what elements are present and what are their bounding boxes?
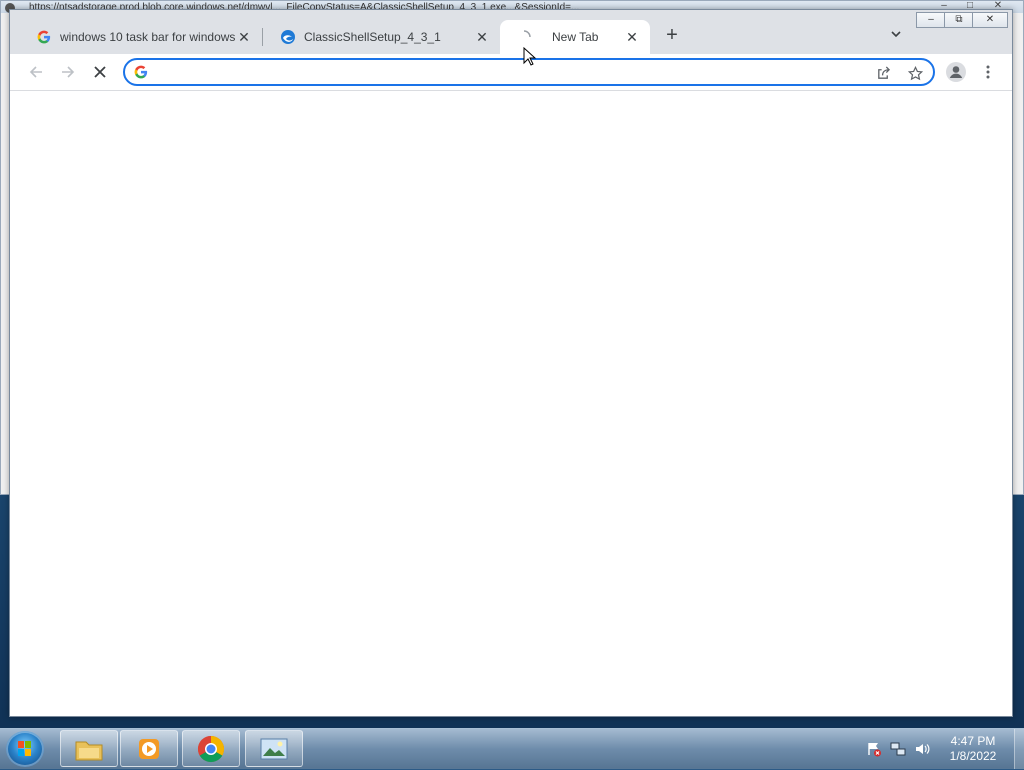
maximize-button[interactable]: ⧉: [944, 12, 974, 28]
address-input[interactable]: [157, 62, 861, 84]
arrow-right-icon: [62, 66, 75, 78]
tab-close-button[interactable]: ✕: [474, 29, 490, 45]
close-button[interactable]: ✕: [972, 12, 1008, 28]
close-icon: [94, 66, 106, 78]
chrome-icon: [197, 735, 225, 762]
tab-strip: windows 10 task bar for windows ✕ Classi…: [10, 10, 1012, 54]
minimize-button[interactable]: –: [916, 12, 946, 28]
profile-button[interactable]: [944, 60, 968, 84]
taskbar-image-viewer[interactable]: [245, 730, 303, 767]
clock-time: 4:47 PM: [950, 734, 996, 748]
windows-logo-icon: [18, 741, 31, 756]
system-clock[interactable]: 4:47 PM 1/8/2022: [938, 734, 1008, 764]
start-button[interactable]: [6, 731, 44, 767]
taskbar: 4:47 PM 1/8/2022: [0, 728, 1024, 769]
chevron-down-icon: [891, 31, 901, 38]
network-icon[interactable]: [890, 741, 906, 757]
mouse-cursor-icon: [523, 47, 537, 66]
back-button[interactable]: [24, 60, 48, 84]
forward-button[interactable]: [56, 60, 80, 84]
tab-search-button[interactable]: [884, 24, 908, 48]
stop-button[interactable]: [88, 60, 112, 84]
new-tab-button[interactable]: +: [660, 24, 684, 48]
tab-label: ClassicShellSetup_4_3_1: [304, 30, 441, 44]
profile-icon: [946, 62, 966, 82]
tab-separator: [262, 28, 263, 46]
star-icon: [907, 65, 923, 80]
share-icon: [877, 65, 890, 79]
picture-icon: [260, 738, 288, 759]
share-button[interactable]: [873, 63, 893, 83]
tab-label: New Tab: [552, 30, 599, 44]
tab-search-result[interactable]: windows 10 task bar for windows ✕: [20, 20, 262, 54]
taskbar-chrome[interactable]: [182, 730, 240, 767]
bookmark-button[interactable]: [905, 63, 925, 83]
tab-label: windows 10 task bar for windows: [60, 30, 236, 44]
folder-icon: [75, 741, 103, 760]
show-desktop-button[interactable]: [1014, 729, 1024, 769]
tab-download[interactable]: ClassicShellSetup_4_3_1 ✕: [264, 20, 500, 54]
page-content: [10, 91, 1012, 716]
google-icon: [36, 29, 52, 45]
google-icon: [134, 65, 150, 81]
chrome-window: windows 10 task bar for windows ✕ Classi…: [9, 9, 1013, 717]
action-center-icon[interactable]: [866, 741, 882, 757]
taskbar-file-explorer[interactable]: [60, 730, 118, 767]
edge-download-icon: [280, 29, 296, 45]
arrow-left-icon: [29, 66, 42, 78]
loading-icon: [516, 29, 532, 45]
clock-date: 1/8/2022: [949, 749, 997, 763]
toolbar: [10, 54, 1012, 91]
tab-close-button[interactable]: ✕: [624, 29, 640, 45]
volume-icon[interactable]: [914, 741, 930, 757]
kebab-menu-icon: [986, 65, 990, 79]
tab-close-button[interactable]: ✕: [236, 29, 252, 45]
taskbar-media-player[interactable]: [120, 730, 178, 767]
menu-button[interactable]: [976, 60, 1000, 84]
media-player-icon: [139, 738, 159, 759]
